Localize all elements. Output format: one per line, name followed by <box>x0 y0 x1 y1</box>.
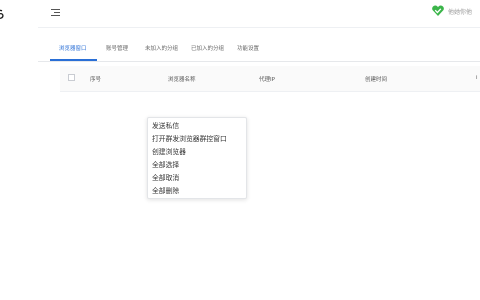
column-header-browser-name: 浏览器名称 <box>168 77 196 83</box>
menu-toggle-icon[interactable] <box>51 7 63 19</box>
main-panel: 浏览器窗口 账号管理 未加入的分组 已加入的分组 功能设置 序号 浏览器名称 代… <box>38 28 480 300</box>
menu-item-create-browser[interactable]: 创建浏览器 <box>152 146 186 156</box>
menu-item-deselect-all[interactable]: 全部取消 <box>152 172 179 182</box>
tab-feature-settings[interactable]: 功能设置 <box>237 44 259 52</box>
menu-item-open-group-control[interactable]: 打开群发浏览器群控窗口 <box>152 133 227 143</box>
topbar: 他她你他 <box>38 0 480 28</box>
active-tab-indicator <box>50 59 97 61</box>
column-header-proxy-ip: 代理IP <box>259 77 275 83</box>
checkbox-icon[interactable] <box>68 74 75 81</box>
tab-account-management[interactable]: 账号管理 <box>106 44 128 52</box>
tab-bar: 浏览器窗口 账号管理 未加入的分组 已加入的分组 功能设置 <box>38 28 480 62</box>
menu-item-select-all[interactable]: 全部选择 <box>152 159 179 169</box>
menu-item-delete-all[interactable]: 全部删除 <box>152 185 179 195</box>
brand: 他她你他 <box>431 5 472 17</box>
tab-joined-groups[interactable]: 已加入的分组 <box>191 44 224 52</box>
brand-name: 他她你他 <box>447 8 472 16</box>
column-header-created-time: 创建时间 <box>365 77 388 83</box>
tab-not-joined-groups[interactable]: 未加入的分组 <box>145 44 178 52</box>
column-header-index: 序号 <box>90 77 102 83</box>
menu-item-send-message[interactable]: 发送私信 <box>152 120 179 130</box>
heart-shield-icon <box>432 5 444 17</box>
column-header-extra: i <box>476 75 478 81</box>
table-header: 序号 浏览器名称 代理IP 创建时间 i <box>60 66 480 92</box>
tab-browser-window[interactable]: 浏览器窗口 <box>59 44 87 52</box>
sidebar: ら <box>0 0 39 300</box>
context-menu: 发送私信 打开群发浏览器群控窗口 创建浏览器 全部选择 全部取消 全部删除 <box>147 117 247 199</box>
sidebar-logo: ら <box>0 6 5 22</box>
